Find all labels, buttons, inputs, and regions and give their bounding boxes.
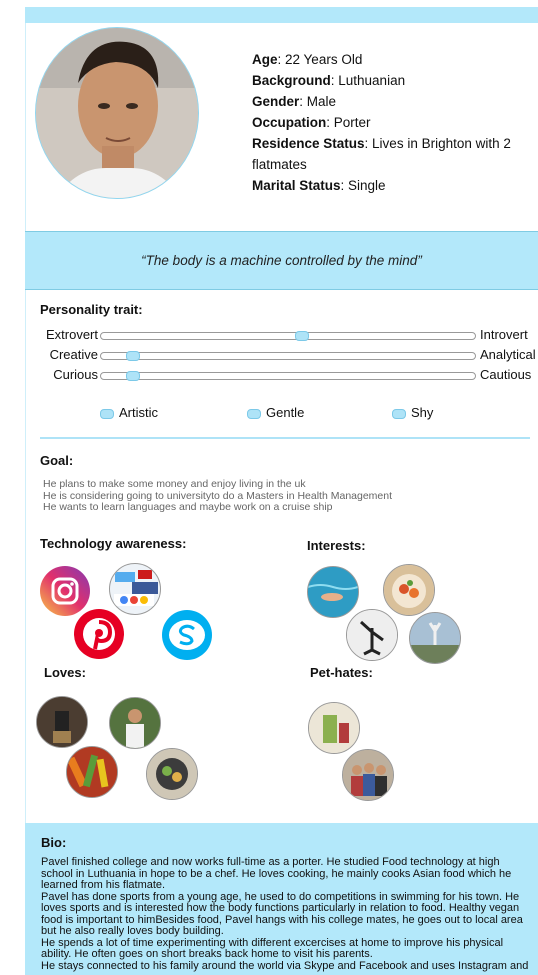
trait-right-label: Introvert — [480, 327, 528, 342]
marital-row: Marital Status: Single — [252, 178, 386, 193]
pinterest-icon — [74, 609, 124, 659]
pethates-heading: Pet-hates: — [310, 665, 373, 680]
trait-right-label: Analytical — [480, 347, 536, 362]
tag-artistic: Artistic — [100, 405, 158, 420]
bio-paragraph: He stays connected to his family around … — [41, 959, 529, 972]
goal-item: He plans to make some money and enjoy li… — [43, 478, 306, 490]
gym-photo — [36, 696, 88, 748]
portrait-photo — [109, 697, 161, 749]
slider-knob[interactable] — [295, 331, 310, 341]
trait-left-label: Creative — [49, 347, 98, 362]
header-bar — [25, 7, 538, 23]
age-row: Age: 22 Years Old — [252, 52, 363, 67]
background-row: Background: Luthuanian — [252, 73, 406, 88]
instagram-icon — [40, 566, 90, 616]
food-bowl-photo — [383, 564, 435, 616]
section-divider — [40, 437, 530, 439]
tech-heading: Technology awareness: — [40, 536, 187, 551]
drink-photo — [308, 702, 360, 754]
breakdance-photo — [346, 609, 398, 661]
residence-row: Residence Status: Lives in Brighton with… — [252, 136, 511, 172]
trait-extrovert-introvert: Extrovert Introvert — [40, 327, 538, 343]
slider-knob[interactable] — [126, 371, 141, 381]
goal-item: He wants to learn languages and maybe wo… — [43, 501, 333, 513]
tag-dot-icon — [392, 408, 406, 419]
profile-details: Age: 22 Years Old Background: Luthuanian… — [252, 49, 532, 196]
quote-text: “The body is a machine controlled by the… — [141, 253, 422, 268]
bio-heading: Bio: — [41, 835, 67, 850]
goal-heading: Goal: — [40, 453, 74, 468]
quote-banner: “The body is a machine controlled by the… — [25, 231, 538, 290]
bio-paragraph: He spends a lot of time experimenting wi… — [41, 936, 504, 960]
loves-heading: Loves: — [44, 665, 86, 680]
trait-left-label: Curious — [53, 367, 98, 382]
group-photo — [342, 749, 394, 801]
tag-shy: Shy — [392, 405, 433, 420]
swimming-photo — [307, 566, 359, 618]
bio-paragraph: Pavel finished college and now works ful… — [41, 856, 512, 891]
bio-paragraph: Pavel has done sports from a young age, … — [41, 890, 523, 937]
bio-text: Pavel finished college and now works ful… — [41, 856, 531, 972]
trait-curious-cautious: Curious Cautious — [40, 367, 538, 383]
trait-slider[interactable] — [100, 351, 476, 361]
salad-bowl-photo — [146, 748, 198, 800]
occupation-row: Occupation: Porter — [252, 115, 371, 130]
interests-heading: Interests: — [307, 538, 366, 553]
personality-heading: Personality trait: — [40, 302, 143, 317]
slider-knob[interactable] — [126, 351, 141, 361]
trait-slider[interactable] — [100, 371, 476, 381]
goal-list: He plans to make some money and enjoy li… — [43, 478, 392, 514]
tag-dot-icon — [247, 408, 261, 419]
social-media-collage-icon — [109, 563, 161, 615]
yoga-photo — [409, 612, 461, 664]
profile-photo — [35, 27, 199, 199]
gender-row: Gender: Male — [252, 94, 337, 109]
trait-right-label: Cautious — [480, 367, 532, 382]
trait-creative-analytical: Creative Analytical — [40, 347, 538, 363]
vegetables-photo — [66, 746, 118, 798]
trait-left-label: Extrovert — [45, 327, 98, 342]
trait-slider[interactable] — [100, 331, 476, 341]
skype-icon — [162, 610, 212, 660]
bio-section: Bio: Pavel finished college and now work… — [25, 823, 538, 975]
tag-dot-icon — [100, 408, 114, 419]
tag-gentle: Gentle — [247, 405, 304, 420]
